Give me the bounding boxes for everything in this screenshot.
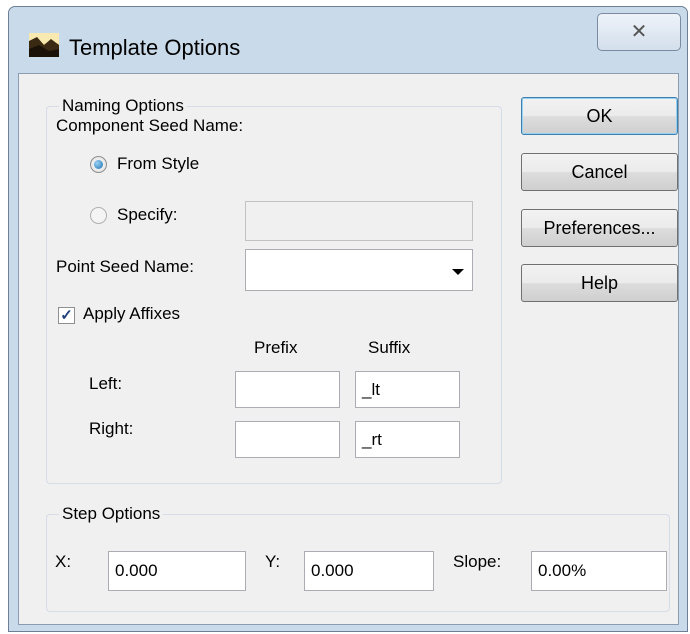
app-icon	[29, 33, 59, 57]
step-options-label: Step Options	[59, 504, 164, 524]
slope-label: Slope:	[453, 552, 502, 571]
specify-input[interactable]	[245, 201, 473, 241]
left-prefix-input[interactable]	[235, 371, 340, 408]
x-input[interactable]: 0.000	[108, 551, 246, 591]
window-title: Template Options	[69, 35, 241, 60]
close-icon: ✕	[630, 21, 648, 43]
ok-button[interactable]: OK	[521, 97, 678, 135]
close-button[interactable]: ✕	[597, 13, 681, 51]
point-seed-name-label: Point Seed Name:	[56, 257, 194, 276]
right-suffix-input[interactable]: _rt	[355, 421, 460, 458]
point-seed-name-dropdown[interactable]	[245, 249, 473, 291]
title-bar[interactable]: Template Options ✕	[9, 7, 687, 79]
specify-label[interactable]: Specify:	[117, 205, 177, 225]
chevron-down-icon	[452, 269, 464, 275]
template-options-dialog: Template Options ✕ Naming Options Compon…	[8, 6, 688, 632]
y-input[interactable]: 0.000	[304, 551, 434, 591]
left-suffix-input[interactable]: _lt	[355, 371, 460, 408]
right-affix-label: Right:	[89, 419, 134, 438]
right-prefix-input[interactable]	[235, 421, 340, 458]
x-label: X:	[55, 552, 72, 571]
left-affix-label: Left:	[89, 374, 123, 393]
apply-affixes-label[interactable]: Apply Affixes	[83, 304, 180, 324]
apply-affixes-checkbox[interactable]: ✓	[58, 307, 75, 324]
preferences-button[interactable]: Preferences...	[521, 209, 678, 247]
prefix-header: Prefix	[254, 338, 298, 357]
dialog-body: Naming Options Component Seed Name: From…	[18, 73, 679, 625]
y-label: Y:	[265, 552, 281, 571]
slope-input[interactable]: 0.00%	[531, 551, 667, 591]
suffix-header: Suffix	[368, 338, 411, 357]
cancel-button[interactable]: Cancel	[521, 153, 678, 191]
from-style-label[interactable]: From Style	[117, 154, 199, 174]
help-button[interactable]: Help	[521, 264, 678, 302]
specify-radio[interactable]	[90, 207, 107, 224]
component-seed-name-label: Component Seed Name:	[56, 116, 244, 135]
from-style-radio[interactable]	[90, 156, 107, 173]
naming-options-label: Naming Options	[59, 96, 187, 116]
